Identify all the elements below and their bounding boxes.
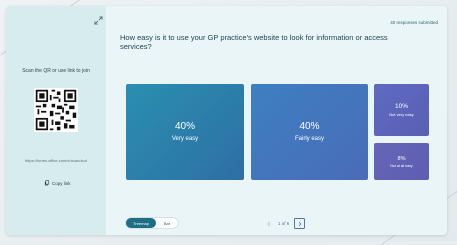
- pagination: 1 of 6: [264, 218, 306, 229]
- copy-link-button[interactable]: Copy link: [44, 179, 71, 187]
- join-panel: Scan the QR or use link to join https://…: [6, 6, 106, 235]
- tile-percent: 8%: [397, 155, 406, 162]
- view-toggle[interactable]: Treemap Bar: [126, 218, 178, 228]
- chevron-right-icon: [298, 221, 302, 226]
- responses-count: 40 responses submitted: [390, 20, 438, 25]
- treemap-tile-very-easy: 40% Very easy: [126, 84, 244, 180]
- tile-percent: 40%: [174, 121, 195, 132]
- treemap-tile-not-very-easy: 10% Not very easy: [374, 84, 429, 136]
- tile-label: Not very easy: [389, 112, 414, 117]
- next-page-button[interactable]: [294, 218, 306, 229]
- question-title: How easy is it to use your GP practice's…: [120, 33, 388, 51]
- treemap-tile-not-at-all-easy: 8% Not at all easy: [374, 143, 429, 180]
- chevron-left-icon: [267, 221, 270, 226]
- copy-icon: [44, 180, 50, 186]
- presentation-frame: Scan the QR or use link to join https://…: [6, 6, 447, 235]
- treemap-tile-fairly-easy: 40% Fairly easy: [251, 84, 368, 180]
- tile-percent: 10%: [394, 103, 408, 110]
- results-panel: 40 responses submitted How easy is it to…: [106, 6, 447, 235]
- tile-label: Fairly easy: [294, 136, 324, 142]
- copy-link-label: Copy link: [52, 180, 71, 186]
- qr-pattern: [34, 88, 78, 132]
- tile-label: Very easy: [171, 136, 199, 142]
- tile-label: Not at all easy: [390, 163, 413, 168]
- expand-icon[interactable]: [94, 16, 103, 25]
- page-indicator: 1 of 6: [278, 221, 290, 226]
- tile-percent: 40%: [299, 121, 320, 132]
- scan-instruction: Scan the QR or use link to join: [22, 68, 90, 74]
- join-url: https://forms.office.com/e/ucandcut: [25, 158, 87, 163]
- toggle-bar[interactable]: Bar: [156, 221, 178, 226]
- qr-code: [34, 88, 78, 132]
- toggle-treemap[interactable]: Treemap: [126, 218, 156, 228]
- previous-page-button[interactable]: [264, 219, 273, 228]
